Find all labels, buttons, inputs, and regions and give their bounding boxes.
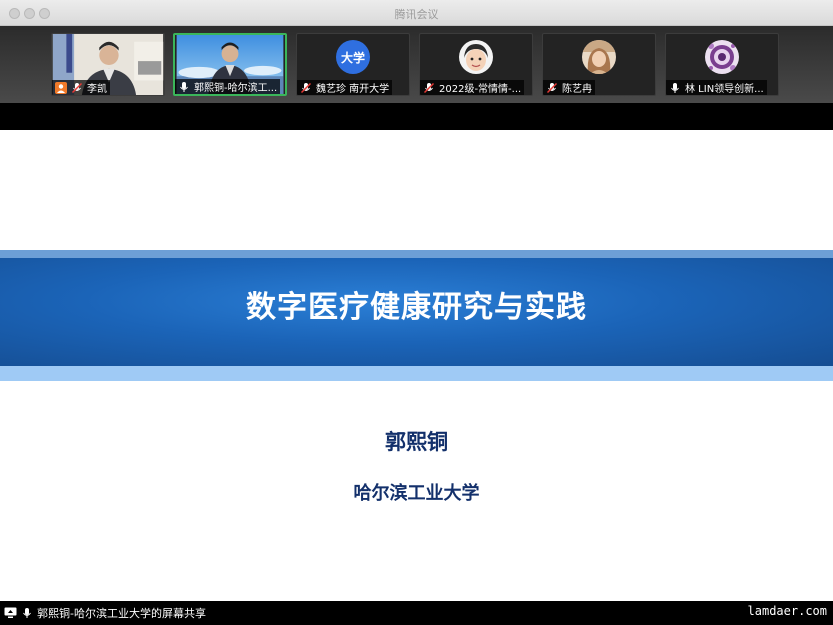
- meeting-window: 腾讯会议 李凯 郭熙铜-哈尔滨工... 大学 魏艺珍 南开大学 2022级-常情…: [0, 0, 833, 625]
- mic-muted-icon: [546, 82, 558, 93]
- participant-tile[interactable]: 陈艺冉: [542, 33, 656, 96]
- participant-avatar: [582, 40, 616, 74]
- window-title: 腾讯会议: [394, 8, 439, 21]
- participant-name-bar: 魏艺珍 南开大学: [297, 80, 393, 95]
- presenter-name: 郭熙铜: [385, 430, 448, 454]
- participant-strip: 李凯 郭熙铜-哈尔滨工... 大学 魏艺珍 南开大学 2022级-常情情-...…: [0, 26, 833, 103]
- child-photo-avatar: [459, 40, 493, 74]
- watermark: lamdaer.com: [745, 604, 829, 618]
- participant-avatar: [705, 40, 739, 74]
- participant-name: 李凯: [87, 84, 107, 95]
- participant-tile[interactable]: 李凯: [51, 33, 165, 96]
- participant-name-bar: 郭熙铜-哈尔滨工...: [175, 79, 281, 94]
- participant-tile-active[interactable]: 郭熙铜-哈尔滨工...: [173, 33, 287, 96]
- participant-name: 林 LIN领导创新...: [685, 84, 764, 95]
- mic-icon: [671, 82, 679, 93]
- participant-name: 2022级-常情情-...: [439, 84, 522, 95]
- participant-name-bar: 2022级-常情情-...: [420, 80, 525, 95]
- slide-band-top-stripe: [0, 250, 833, 258]
- participant-tile[interactable]: 2022级-常情情-...: [419, 33, 533, 96]
- mic-muted-icon: [423, 82, 435, 93]
- mic-icon[interactable]: [21, 607, 33, 619]
- slide-title: 数字医疗健康研究与实践: [246, 290, 587, 325]
- participant-avatar: [459, 40, 493, 74]
- participant-name-bar: 李凯: [52, 80, 110, 95]
- mic-icon: [180, 81, 188, 92]
- slide-band-bottom-stripe: [0, 366, 833, 381]
- pattern-avatar: [705, 40, 739, 74]
- participant-avatar: 大学: [336, 40, 370, 74]
- mic-muted-icon: [71, 82, 83, 93]
- presenter-affiliation: 哈尔滨工业大学: [353, 483, 480, 504]
- participant-tile[interactable]: 大学 魏艺珍 南开大学: [296, 33, 410, 96]
- participant-name: 陈艺冉: [562, 84, 592, 95]
- profile-icon: [55, 81, 67, 94]
- person-photo-avatar: [582, 40, 616, 74]
- shared-slide: 数字医疗健康研究与实践 郭熙铜 哈尔滨工业大学: [0, 130, 833, 601]
- participant-tile[interactable]: 林 LIN领导创新...: [665, 33, 779, 96]
- participant-name: 郭熙铜-哈尔滨工...: [194, 83, 278, 94]
- title-bar: 腾讯会议: [0, 0, 833, 26]
- strip-divider: [0, 103, 833, 130]
- participant-name-bar: 陈艺冉: [543, 80, 595, 95]
- mic-muted-icon: [300, 82, 312, 93]
- screen-share-status-bar: 郭熙铜-哈尔滨工业大学的屏幕共享: [0, 601, 833, 625]
- participant-name-bar: 林 LIN领导创新...: [666, 80, 767, 95]
- screen-share-label: 郭熙铜-哈尔滨工业大学的屏幕共享: [37, 607, 206, 620]
- screen-share-icon[interactable]: [4, 607, 17, 619]
- participant-name: 魏艺珍 南开大学: [316, 84, 390, 95]
